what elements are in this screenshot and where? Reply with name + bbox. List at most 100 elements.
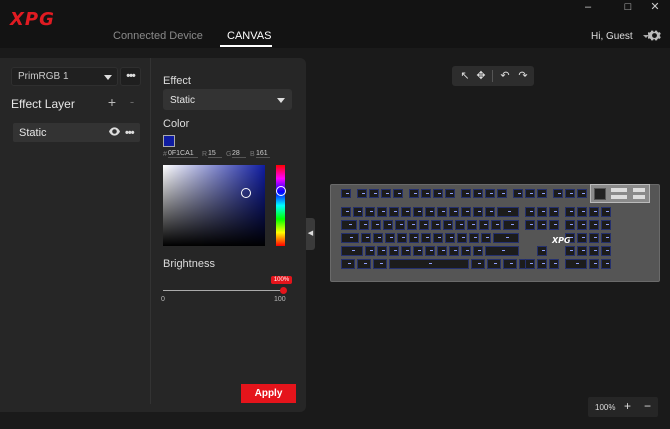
- keyboard-key[interactable]: [425, 246, 435, 256]
- keyboard-key[interactable]: [471, 259, 485, 269]
- g-input[interactable]: 28: [232, 150, 246, 158]
- keyboard-key[interactable]: [409, 189, 419, 198]
- layer-item[interactable]: Static •••: [13, 123, 140, 142]
- keyboard-key[interactable]: [537, 220, 547, 230]
- keyboard-key[interactable]: [369, 189, 379, 198]
- keyboard-key[interactable]: [397, 233, 407, 243]
- keyboard-key[interactable]: [589, 259, 599, 269]
- keyboard-key[interactable]: [409, 233, 419, 243]
- keyboard-key[interactable]: [589, 233, 599, 243]
- keyboard-key[interactable]: [577, 233, 587, 243]
- keyboard-key[interactable]: [393, 189, 403, 198]
- keyboard-key[interactable]: [601, 259, 611, 269]
- hue-slider[interactable]: [276, 165, 286, 246]
- keyboard-key[interactable]: [487, 259, 501, 269]
- keyboard-key[interactable]: [565, 259, 587, 269]
- keyboard-key[interactable]: [445, 189, 455, 198]
- keyboard-key[interactable]: [525, 259, 535, 269]
- keyboard-key[interactable]: [421, 233, 431, 243]
- keyboard-key[interactable]: [413, 246, 423, 256]
- close-button[interactable]: ✕: [643, 0, 667, 14]
- apply-button[interactable]: Apply: [241, 384, 296, 403]
- keyboard-key[interactable]: [413, 207, 423, 217]
- tab-connected-device[interactable]: Connected Device: [113, 30, 203, 42]
- keyboard-key[interactable]: [449, 207, 459, 217]
- brightness-handle[interactable]: [280, 287, 287, 294]
- keyboard-key[interactable]: [377, 246, 387, 256]
- keyboard-key[interactable]: [525, 220, 535, 230]
- profile-dropdown[interactable]: PrimRGB 1: [11, 67, 118, 86]
- keyboard-key[interactable]: [497, 189, 507, 198]
- add-layer-button[interactable]: +: [105, 94, 119, 110]
- keyboard-key[interactable]: [445, 233, 455, 243]
- keyboard-key[interactable]: [419, 220, 429, 230]
- keyboard-key[interactable]: [381, 189, 391, 198]
- keyboard-key[interactable]: [537, 207, 547, 217]
- maximize-button[interactable]: □: [616, 0, 640, 14]
- color-picker-handle[interactable]: [241, 188, 251, 198]
- keyboard-key[interactable]: [385, 233, 395, 243]
- keyboard-key[interactable]: [461, 189, 471, 198]
- keyboard-key[interactable]: [503, 220, 519, 230]
- keyboard-key[interactable]: [353, 207, 363, 217]
- keyboard-key[interactable]: [549, 259, 559, 269]
- zoom-out-button[interactable]: −: [644, 399, 651, 413]
- keyboard-key[interactable]: [341, 246, 363, 256]
- keyboard-key[interactable]: [565, 189, 575, 198]
- hex-input[interactable]: 0F1CA1: [168, 150, 198, 158]
- color-picker-area[interactable]: [163, 165, 265, 246]
- keyboard-key[interactable]: [341, 233, 359, 243]
- keyboard-key[interactable]: [565, 207, 575, 217]
- keyboard-key[interactable]: [421, 189, 431, 198]
- keyboard-key[interactable]: [341, 220, 357, 230]
- keyboard-key[interactable]: [497, 207, 519, 217]
- hue-slider-handle[interactable]: [276, 186, 286, 196]
- keyboard-key[interactable]: [461, 207, 471, 217]
- color-swatch[interactable]: [163, 135, 175, 147]
- minimize-button[interactable]: –: [576, 0, 600, 14]
- keyboard-key[interactable]: [433, 233, 443, 243]
- keyboard-key[interactable]: [395, 220, 405, 230]
- keyboard-key[interactable]: [473, 207, 483, 217]
- keyboard-key[interactable]: [577, 189, 587, 198]
- keyboard-key[interactable]: [357, 259, 371, 269]
- keyboard-key[interactable]: [565, 246, 575, 256]
- keyboard-key[interactable]: [481, 233, 491, 243]
- keyboard-key[interactable]: [377, 207, 387, 217]
- keyboard-key[interactable]: [455, 220, 465, 230]
- keyboard-key[interactable]: [457, 233, 467, 243]
- keyboard-key[interactable]: [479, 220, 489, 230]
- keyboard-key[interactable]: [341, 207, 351, 217]
- brightness-slider[interactable]: [163, 287, 287, 294]
- tab-canvas[interactable]: CANVAS: [227, 30, 271, 42]
- r-input[interactable]: 15: [208, 150, 222, 158]
- keyboard-key[interactable]: [341, 259, 355, 269]
- keyboard-key[interactable]: [389, 259, 469, 269]
- collapse-panel-button[interactable]: ◀: [306, 218, 315, 250]
- keyboard-key[interactable]: [553, 189, 563, 198]
- keyboard-key[interactable]: [425, 207, 435, 217]
- keyboard-key[interactable]: [485, 207, 495, 217]
- keyboard-key[interactable]: [383, 220, 393, 230]
- keyboard-key[interactable]: [565, 220, 575, 230]
- b-input[interactable]: 161: [256, 150, 270, 158]
- keyboard-key[interactable]: [407, 220, 417, 230]
- keyboard-key[interactable]: [359, 220, 369, 230]
- keyboard-key[interactable]: [503, 259, 517, 269]
- keyboard-key[interactable]: [443, 220, 453, 230]
- keyboard-key[interactable]: [449, 246, 459, 256]
- keyboard-key[interactable]: [433, 189, 443, 198]
- keyboard-key[interactable]: [577, 207, 587, 217]
- keyboard-key[interactable]: [577, 220, 587, 230]
- keyboard-key[interactable]: [473, 189, 483, 198]
- layer-more-button[interactable]: •••: [125, 125, 135, 141]
- keyboard-key[interactable]: [601, 220, 611, 230]
- keyboard-key[interactable]: [493, 233, 519, 243]
- keyboard-key[interactable]: [467, 220, 477, 230]
- keyboard-key[interactable]: [589, 207, 599, 217]
- keyboard-key[interactable]: [365, 246, 375, 256]
- keyboard-key[interactable]: [361, 233, 371, 243]
- keyboard-key[interactable]: [537, 189, 547, 198]
- keyboard-key[interactable]: [601, 233, 611, 243]
- keyboard-key[interactable]: [373, 259, 387, 269]
